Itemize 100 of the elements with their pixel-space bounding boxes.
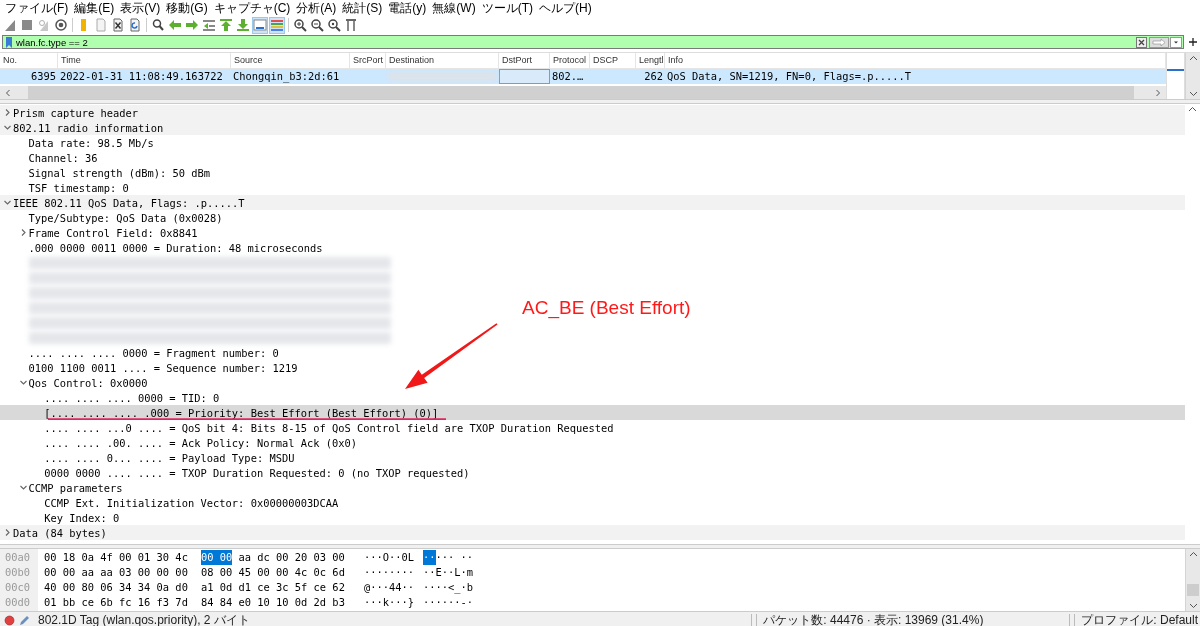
scroll-up-icon[interactable] (1188, 55, 1198, 61)
tree-row[interactable]: IEEE 802.11 QoS Data, Flags: .p.....T (0, 195, 1185, 210)
menu-item[interactable]: ファイル(F) (5, 0, 69, 17)
profile-text[interactable]: プロファイル: Default (1081, 612, 1200, 626)
display-filter-field[interactable]: wlan.fc.type == 2 (2, 35, 1184, 49)
column-header[interactable]: Destination (386, 53, 499, 68)
menu-item[interactable]: 移動(G) (166, 0, 208, 17)
scroll-down-icon[interactable] (1188, 91, 1198, 97)
tree-row[interactable]: Qos Control: 0x0000 (0, 375, 148, 390)
field-text: 802.11 radio information (13, 121, 164, 134)
menu-item[interactable]: 統計(S) (342, 0, 383, 17)
tree-row[interactable]: Type/Subtype: QoS Data (0x0028) (0, 210, 223, 225)
packet-row[interactable]: 6395 2022-01-31 11:08:49.163722 Chongqin_b3:2d:61 802.… 262 QoS Data, SN=1219, FN=0, Flags=.p.....T (0, 69, 1166, 84)
tree-row[interactable]: Prism capture header (0, 105, 1185, 120)
column-header[interactable]: DstPort (499, 53, 550, 68)
hex-bytes: a1 0d d1 ce 3c 5f ce 62 (201, 580, 345, 595)
add-icon[interactable] (1189, 38, 1197, 46)
menu-item[interactable]: 電話(y) (388, 0, 427, 17)
menu-item[interactable]: 分析(A) (296, 0, 337, 17)
collapsed-caret-icon[interactable] (3, 528, 12, 537)
vertical-scrollbar[interactable] (1185, 53, 1200, 99)
zoom-out-icon[interactable] (309, 16, 325, 34)
vertical-scrollbar[interactable] (1185, 549, 1200, 611)
table-cell-text: 6395 (29, 69, 57, 84)
column-header[interactable]: Source (231, 53, 350, 68)
column-header[interactable]: Protocol (550, 53, 590, 68)
scroll-left-icon[interactable] (4, 88, 12, 97)
bookmark-icon[interactable] (5, 36, 13, 48)
options-icon[interactable] (53, 16, 69, 34)
column-header[interactable]: SrcPort (350, 53, 386, 68)
tree-row[interactable]: Channel: 36 (0, 150, 98, 165)
expanded-caret-icon[interactable] (18, 483, 28, 492)
tree-row[interactable]: [.... .... .... .000 = Priority: Best Effort (Best Effort) (0)] (0, 405, 1185, 420)
field-text: .... .... .... 0000 = Fragment number: 0 (28, 346, 279, 359)
tree-row[interactable]: .... .... .... 0000 = TID: 0 (0, 390, 220, 405)
horizontal-scrollbar[interactable] (0, 86, 1166, 99)
hex-bytes: 01 bb ce 6b fc 16 f3 7d (44, 595, 188, 610)
menu-item[interactable]: ツール(T) (481, 0, 533, 17)
hex-bytes: 40 00 80 06 34 34 0a d0 (44, 580, 188, 595)
tree-row[interactable]: Frame Control Field: 0x8841 (0, 225, 198, 240)
tree-row[interactable]: 802.11 radio information (0, 120, 1185, 135)
menu-item[interactable]: 表示(V) (120, 0, 161, 17)
collapsed-caret-icon[interactable] (3, 108, 12, 117)
close-file-icon[interactable] (110, 16, 126, 34)
menu-item[interactable]: 編集(E) (74, 0, 115, 17)
scroll-up-icon[interactable] (1188, 551, 1198, 557)
expanded-caret-icon[interactable] (3, 123, 12, 132)
tree-row[interactable]: .... .... ...0 .... = QoS bit 4: Bits 8-15 of QoS Control field are TXOP Duration Requested (0, 420, 614, 435)
scroll-thumb[interactable] (1187, 584, 1199, 596)
tree-row[interactable]: .000 0000 0011 0000 = Duration: 48 microseconds (0, 240, 323, 255)
field-text: .... .... .... 0000 = TID: 0 (44, 391, 220, 404)
ascii-text: ········ (364, 565, 415, 580)
ascii-text: ·· (423, 550, 436, 565)
colorize-icon[interactable] (269, 16, 285, 34)
edit-icon[interactable] (19, 615, 30, 626)
tree-row[interactable]: Data (84 bytes) (0, 525, 1185, 540)
tree-row[interactable]: .... .... .00. .... = Ack Policy: Normal Ack (0x0) (0, 435, 357, 450)
field-text: Data (84 bytes) (13, 526, 107, 539)
tree-row[interactable]: Key Index: 0 (0, 510, 120, 525)
focused-cell[interactable] (499, 69, 550, 84)
reload-icon[interactable] (127, 16, 143, 34)
tree-row[interactable]: CCMP parameters (0, 480, 123, 495)
zoom-reset-icon[interactable] (326, 16, 342, 34)
zoom-in-icon[interactable] (292, 16, 308, 34)
scroll-down-icon[interactable] (1188, 603, 1198, 609)
dropdown-caret-icon[interactable] (1170, 36, 1182, 48)
column-header[interactable]: Lengtl (636, 53, 665, 68)
first-icon[interactable] (218, 16, 234, 34)
capture-status-icon[interactable] (4, 615, 15, 626)
menu-item[interactable]: キャプチャ(C) (213, 0, 291, 17)
tree-row[interactable]: TSF timestamp: 0 (0, 180, 129, 195)
tree-row[interactable]: Data rate: 98.5 Mb/s (0, 135, 154, 150)
column-header[interactable]: DSCP (590, 53, 636, 68)
expanded-caret-icon[interactable] (3, 198, 12, 207)
field-text: IEEE 802.11 QoS Data, Flags: .p.....T (13, 196, 245, 209)
expanded-caret-icon[interactable] (18, 378, 28, 387)
autoscroll-icon[interactable] (252, 16, 268, 34)
column-header[interactable]: Time (58, 53, 231, 68)
resize-columns-icon[interactable] (343, 16, 359, 34)
field-text: Data rate: 98.5 Mb/s (28, 136, 154, 149)
last-icon[interactable] (235, 16, 251, 34)
offset-label: 00d0 (4, 595, 32, 610)
field-text: CCMP parameters (28, 481, 123, 494)
hex-bytes: 84 84 e0 10 10 0d 2d b3 (201, 595, 345, 610)
scroll-right-icon[interactable] (1154, 88, 1162, 97)
clear-icon[interactable] (1136, 36, 1147, 48)
menu-item[interactable]: 無線(W) (432, 0, 476, 17)
tree-row[interactable]: 0100 1100 0011 .... = Sequence number: 1219 (0, 360, 298, 375)
column-header[interactable]: No. (0, 53, 58, 68)
scroll-up-icon[interactable] (1188, 106, 1197, 112)
field-text: [.... .... .... .000 = Priority: Best Effort (Best Effort) (0)] (44, 406, 439, 419)
tree-row[interactable]: Signal strength (dBm): 50 dBm (0, 165, 210, 180)
offset-label: 00a0 (4, 550, 32, 565)
tree-row[interactable]: .... .... 0... .... = Payload Type: MSDU (0, 450, 295, 465)
tree-row[interactable]: 0000 0000 .... .... = TXOP Duration Requested: 0 (no TXOP requested) (0, 465, 470, 480)
tree-row[interactable]: .... .... .... 0000 = Fragment number: 0 (0, 345, 279, 360)
tree-row[interactable]: CCMP Ext. Initialization Vector: 0x00000003DCAA (0, 495, 339, 510)
menu-item[interactable]: ヘルプ(H) (539, 0, 592, 17)
packet-minimap[interactable] (1166, 53, 1185, 99)
table-cell-text: 262 (643, 69, 664, 84)
